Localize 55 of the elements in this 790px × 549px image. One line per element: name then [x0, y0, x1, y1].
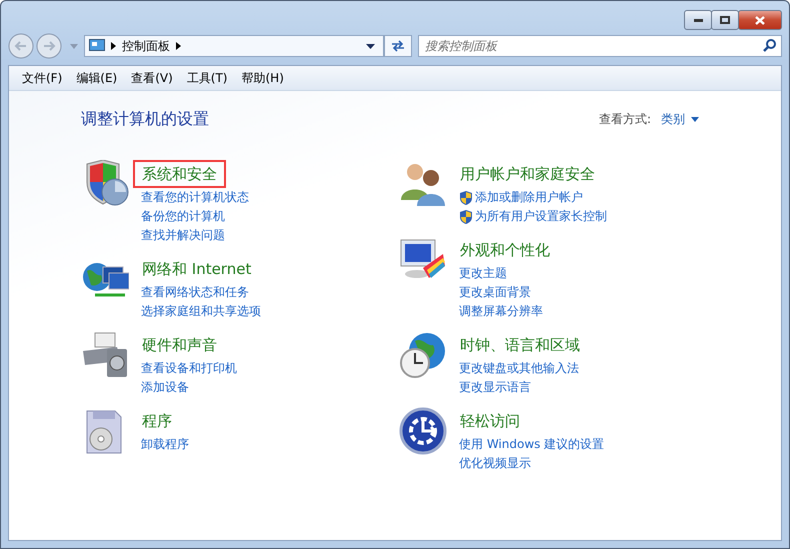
globe-and-clock-icon[interactable] [399, 331, 447, 379]
menu-item[interactable]: 编辑(E) [69, 70, 124, 86]
maximize-icon [720, 16, 730, 24]
task-link[interactable]: 查看您的计算机状态 [141, 189, 249, 206]
category-link[interactable]: 系统和安全 [133, 160, 226, 188]
category-link[interactable]: 网络和 Internet [133, 255, 260, 283]
task-link[interactable]: 查看设备和打印机 [141, 360, 237, 377]
chevron-icon [111, 42, 116, 50]
control-panel-icon [89, 39, 105, 53]
minimize-button[interactable] [684, 10, 712, 30]
menu-item[interactable]: 文件(F) [15, 70, 70, 86]
menu-item[interactable]: 帮助(H) [234, 70, 291, 86]
task-link[interactable]: 更改桌面背景 [459, 284, 531, 301]
task-link[interactable]: 更改显示语言 [459, 379, 531, 396]
search-field[interactable]: 搜索控制面板 [418, 35, 782, 57]
category-link[interactable]: 外观和个性化 [451, 236, 559, 264]
close-button[interactable] [738, 10, 782, 30]
refresh-icon [390, 39, 406, 53]
task-link[interactable]: 选择家庭组和共享选项 [141, 303, 261, 320]
task-link[interactable]: 更改主题 [459, 265, 507, 282]
menu-item[interactable]: 工具(T) [180, 70, 234, 86]
menu-item[interactable]: 查看(V) [124, 70, 180, 86]
task-link[interactable]: 卸载程序 [141, 436, 189, 453]
address-bar[interactable]: 控制面板 [84, 35, 384, 57]
minimize-icon [694, 18, 702, 22]
task-link[interactable]: 查找并解决问题 [141, 227, 225, 244]
maximize-button[interactable] [711, 10, 739, 30]
task-link[interactable]: 为所有用户设置家长控制 [475, 208, 607, 225]
page-title: 调整计算机的设置 [81, 109, 209, 130]
task-link[interactable]: 调整屏幕分辨率 [459, 303, 543, 320]
category-link[interactable]: 轻松访问 [451, 407, 529, 435]
category-link[interactable]: 硬件和声音 [133, 331, 226, 359]
task-link[interactable]: 添加或删除用户帐户 [475, 189, 583, 206]
task-link[interactable]: 备份您的计算机 [141, 208, 225, 225]
task-link[interactable]: 使用 Windows 建议的设置 [459, 436, 604, 453]
task-link[interactable]: 更改键盘或其他输入法 [459, 360, 579, 377]
shield-icon [459, 190, 473, 206]
category-link[interactable]: 时钟、语言和区域 [451, 331, 589, 359]
breadcrumb[interactable]: 控制面板 [122, 38, 170, 54]
search-icon[interactable] [763, 39, 776, 52]
dropdown-icon[interactable] [366, 44, 375, 48]
task-link[interactable]: 添加设备 [141, 379, 189, 396]
close-icon [755, 16, 765, 24]
category-link[interactable]: 程序 [133, 407, 181, 435]
shield-icon [459, 208, 473, 224]
view-by-label: 查看方式: [598, 111, 651, 128]
task-link[interactable]: 优化视频显示 [459, 455, 531, 472]
accessibility-icon[interactable] [399, 407, 447, 455]
task-link[interactable]: 查看网络状态和任务 [141, 284, 249, 301]
view-by-dropdown[interactable]: 类别 [661, 111, 699, 128]
refresh-button[interactable] [384, 35, 412, 57]
chevron-icon [176, 42, 181, 50]
printer-and-speaker-icon[interactable] [81, 331, 129, 379]
category-link[interactable]: 用户帐户和家庭安全 [451, 160, 604, 188]
dropdown-icon [691, 117, 699, 122]
